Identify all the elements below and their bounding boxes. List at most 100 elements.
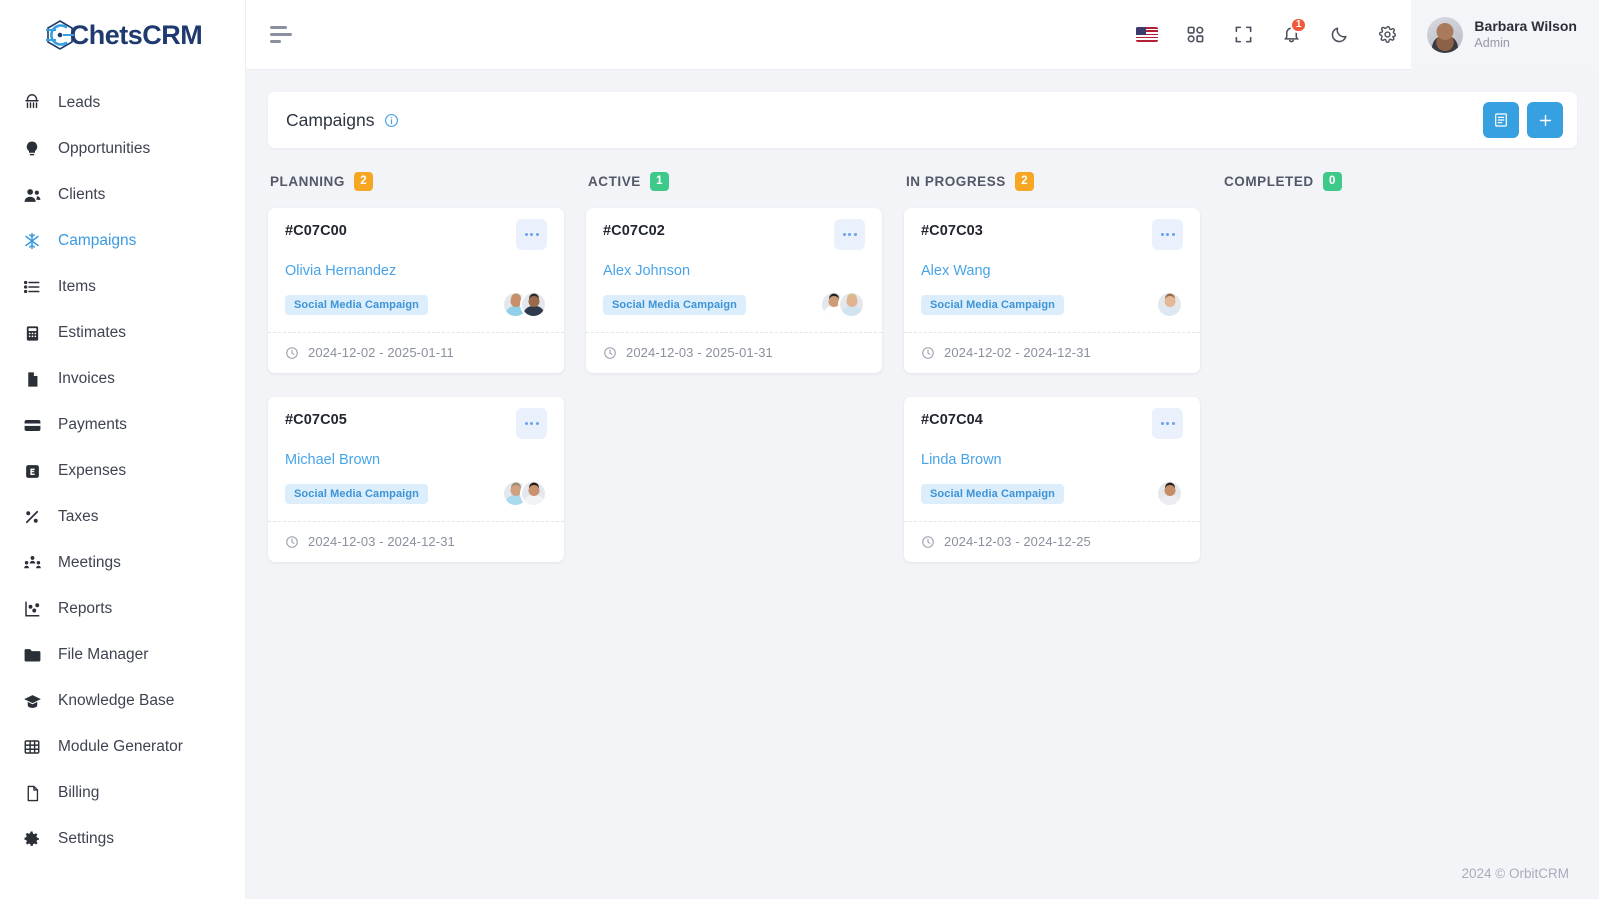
list-view-button[interactable]	[1483, 102, 1519, 138]
more-options-icon[interactable]	[516, 219, 547, 250]
kanban-board: PLANNING 2 #C07C00 Olivia Hernandez Social M…	[268, 148, 1577, 586]
add-campaign-button[interactable]	[1527, 102, 1563, 138]
more-options-icon[interactable]	[516, 408, 547, 439]
sidebar-item-opportunities[interactable]: Opportunities	[0, 126, 245, 172]
folder-icon	[22, 645, 42, 665]
campaign-contact-link[interactable]: Alex Wang	[921, 263, 1183, 279]
assignee-avatar-group[interactable]	[502, 291, 547, 318]
sidebar-item-module-generator[interactable]: Module Generator	[0, 724, 245, 770]
grid-table-icon	[22, 737, 42, 757]
sidebar-nav: Leads Opportunities Clients Campaigns It…	[0, 70, 245, 862]
more-options-icon[interactable]	[834, 219, 865, 250]
sidebar-item-clients[interactable]: Clients	[0, 172, 245, 218]
campaign-contact-link[interactable]: Olivia Hernandez	[285, 263, 547, 279]
topbar: 1 Barbara Wilson Admin	[246, 0, 1599, 70]
campaign-contact-link[interactable]: Michael Brown	[285, 452, 547, 468]
assignee-avatar-group[interactable]	[1156, 291, 1183, 318]
us-flag-icon	[1136, 27, 1159, 42]
hamburger-icon[interactable]	[270, 20, 300, 50]
sidebar-item-label: Settings	[58, 830, 115, 847]
sidebar-item-label: Taxes	[58, 508, 99, 525]
user-menu[interactable]: Barbara Wilson Admin	[1411, 0, 1599, 70]
leads-icon	[22, 93, 42, 113]
column-header: IN PROGRESS 2	[904, 168, 1200, 194]
sidebar-item-expenses[interactable]: Expenses	[0, 448, 245, 494]
sidebar-item-label: Clients	[58, 186, 106, 203]
sidebar-item-label: Estimates	[58, 324, 127, 341]
topbar-settings-icon[interactable]	[1363, 11, 1411, 59]
sidebar-item-reports[interactable]: Reports	[0, 586, 245, 632]
payments-icon	[22, 415, 42, 435]
campaign-card[interactable]: #C07C02 Alex Johnson Social Media Campaign…	[586, 208, 882, 373]
brand-logo[interactable]: ChetsCRM	[0, 0, 245, 70]
campaign-card[interactable]: #C07C04 Linda Brown Social Media Campaign 2…	[904, 397, 1200, 562]
campaign-card[interactable]: #C07C05 Michael Brown Social Media Campaig…	[268, 397, 564, 562]
sidebar-item-payments[interactable]: Payments	[0, 402, 245, 448]
campaign-card[interactable]: #C07C03 Alex Wang Social Media Campaign 202…	[904, 208, 1200, 373]
footer: 2024 © OrbitCRM	[246, 847, 1599, 899]
billing-icon	[22, 783, 42, 803]
gear-icon	[22, 829, 42, 849]
invoices-icon	[22, 369, 42, 389]
expenses-icon	[22, 461, 42, 481]
sidebar-item-estimates[interactable]: Estimates	[0, 310, 245, 356]
campaign-id: #C07C02	[603, 223, 665, 239]
fullscreen-icon[interactable]	[1219, 11, 1267, 59]
campaign-date-range: 2024-12-02 - 2024-12-31	[944, 345, 1091, 360]
column-title: ACTIVE	[588, 173, 641, 189]
more-options-icon[interactable]	[1152, 219, 1183, 250]
language-selector[interactable]	[1123, 11, 1171, 59]
more-options-icon[interactable]	[1152, 408, 1183, 439]
campaign-date-range: 2024-12-03 - 2024-12-25	[944, 534, 1091, 549]
clock-icon	[921, 346, 935, 360]
kanban-column: PLANNING 2 #C07C00 Olivia Hernandez Social M…	[268, 168, 564, 586]
sidebar-item-items[interactable]: Items	[0, 264, 245, 310]
sidebar-item-knowledge-base[interactable]: Knowledge Base	[0, 678, 245, 724]
campaign-type-tag: Social Media Campaign	[603, 294, 746, 315]
sidebar-item-meetings[interactable]: Meetings	[0, 540, 245, 586]
assignee-avatar	[520, 480, 547, 507]
assignee-avatar-group[interactable]	[1156, 480, 1183, 507]
kanban-column: ACTIVE 1 #C07C02 Alex Johnson Social Media C…	[586, 168, 882, 586]
sidebar-item-settings[interactable]: Settings	[0, 816, 245, 862]
sidebar-item-label: Reports	[58, 600, 113, 617]
clock-icon	[603, 346, 617, 360]
campaign-date-range: 2024-12-02 - 2025-01-11	[308, 345, 454, 360]
campaign-id: #C07C05	[285, 412, 347, 428]
kanban-column: IN PROGRESS 2 #C07C03 Alex Wang Social Media…	[904, 168, 1200, 586]
column-count-badge: 2	[1014, 171, 1034, 191]
sidebar-item-label: Opportunities	[58, 140, 151, 157]
apps-grid-icon[interactable]	[1171, 11, 1219, 59]
column-count-badge: 2	[353, 171, 373, 191]
campaign-type-tag: Social Media Campaign	[921, 483, 1064, 504]
page-content: Campaigns PLANNING 2 #C07C00 Olivia Hern…	[246, 70, 1599, 847]
column-header: ACTIVE 1	[586, 168, 882, 194]
sidebar-item-label: Knowledge Base	[58, 692, 175, 709]
campaign-card[interactable]: #C07C00 Olivia Hernandez Social Media Camp…	[268, 208, 564, 373]
dark-mode-toggle[interactable]	[1315, 11, 1363, 59]
sidebar-item-invoices[interactable]: Invoices	[0, 356, 245, 402]
sidebar-item-leads[interactable]: Leads	[0, 80, 245, 126]
sidebar-item-file-manager[interactable]: File Manager	[0, 632, 245, 678]
campaign-date-range: 2024-12-03 - 2024-12-31	[308, 534, 455, 549]
assignee-avatar	[1156, 480, 1183, 507]
campaign-contact-link[interactable]: Linda Brown	[921, 452, 1183, 468]
avatar	[1427, 16, 1464, 53]
campaign-type-tag: Social Media Campaign	[285, 483, 428, 504]
opportunities-icon	[22, 139, 42, 159]
assignee-avatar-group[interactable]	[502, 480, 547, 507]
sidebar-item-label: Expenses	[58, 462, 127, 479]
info-circle-icon[interactable]	[384, 113, 399, 128]
sidebar-item-label: Module Generator	[58, 738, 183, 755]
sidebar-item-taxes[interactable]: Taxes	[0, 494, 245, 540]
campaign-id: #C07C04	[921, 412, 983, 428]
topbar-actions: 1 Barbara Wilson Admin	[1123, 0, 1599, 70]
campaign-contact-link[interactable]: Alex Johnson	[603, 263, 865, 279]
sidebar-item-billing[interactable]: Billing	[0, 770, 245, 816]
assignee-avatar-group[interactable]	[820, 291, 865, 318]
column-count-badge: 1	[649, 171, 669, 191]
notifications-bell[interactable]: 1	[1267, 11, 1315, 59]
taxes-icon	[22, 507, 42, 527]
sidebar-item-campaigns[interactable]: Campaigns	[0, 218, 245, 264]
campaign-id: #C07C03	[921, 223, 983, 239]
